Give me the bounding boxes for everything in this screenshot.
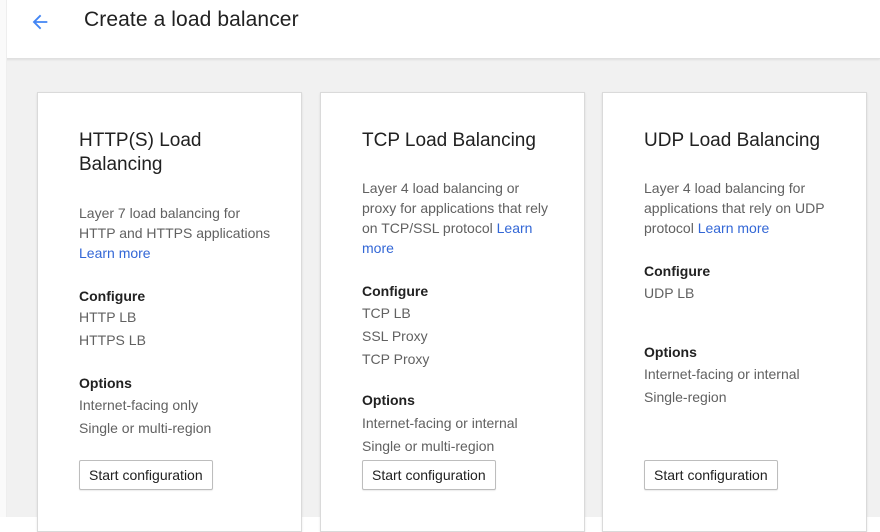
configure-item: UDP LB xyxy=(644,285,695,301)
options-item: Internet-facing only xyxy=(79,397,199,413)
configure-item: SSL Proxy xyxy=(362,328,428,344)
configure-item: TCP LB xyxy=(362,305,411,321)
card-title: UDP Load Balancing xyxy=(644,130,821,151)
options-item: Single or multi-region xyxy=(79,420,212,436)
card-title: TCP Load Balancing xyxy=(362,130,536,151)
start-configuration-button[interactable]: Start configuration xyxy=(79,460,213,490)
configure-item: TCP Proxy xyxy=(362,351,430,367)
arrow-back-icon xyxy=(32,14,48,30)
card-description: Layer 4 load balancing or proxy for appl… xyxy=(362,178,557,258)
card-udp-load-balancing: UDP Load Balancing Layer 4 load balancin… xyxy=(602,92,867,532)
description-text: Layer 7 load balancing for HTTP and HTTP… xyxy=(79,205,271,241)
start-configuration-button[interactable]: Start configuration xyxy=(362,460,496,490)
learn-more-link[interactable]: Learn more xyxy=(698,220,770,236)
left-nav-edge xyxy=(0,0,7,517)
configure-item: HTTP LB xyxy=(79,309,137,325)
card-title: HTTP(S) Load Balancing xyxy=(79,130,202,175)
options-item: Internet-facing or internal xyxy=(362,415,518,431)
start-configuration-button[interactable]: Start configuration xyxy=(644,460,778,490)
options-heading: Options xyxy=(362,392,415,408)
card-tcp-load-balancing: TCP Load Balancing Layer 4 load balancin… xyxy=(320,92,585,532)
card-description: Layer 7 load balancing for HTTP and HTTP… xyxy=(79,203,274,263)
options-heading: Options xyxy=(79,375,132,391)
configure-heading: Configure xyxy=(79,288,146,304)
back-button[interactable] xyxy=(26,8,54,36)
options-item: Single or multi-region xyxy=(362,438,495,454)
card-description: Layer 4 load balancing for applications … xyxy=(644,178,839,238)
page-header: Create a load balancer xyxy=(0,0,880,59)
configure-heading: Configure xyxy=(644,263,711,279)
options-heading: Options xyxy=(644,344,697,360)
page-title: Create a load balancer xyxy=(84,8,299,31)
learn-more-link[interactable]: Learn more xyxy=(79,245,151,261)
card-https-load-balancing: HTTP(S) Load Balancing Layer 7 load bala… xyxy=(37,92,302,532)
options-item: Single-region xyxy=(644,389,727,405)
configure-heading: Configure xyxy=(362,283,429,299)
options-item: Internet-facing or internal xyxy=(644,366,800,382)
configure-item: HTTPS LB xyxy=(79,332,146,348)
